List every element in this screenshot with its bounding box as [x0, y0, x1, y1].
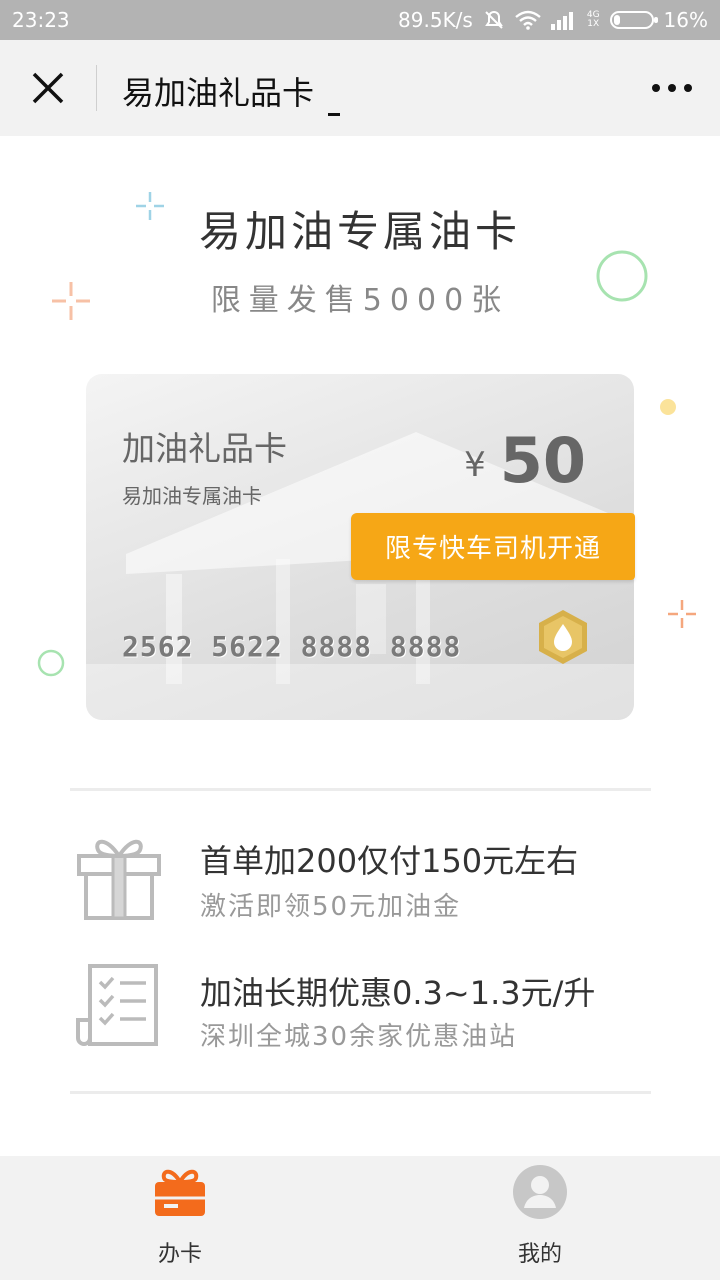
- hero-subtitle: 限量发售5000张: [210, 283, 510, 318]
- currency-symbol: ¥: [464, 445, 486, 485]
- card-number: 2562 5622 8888 8888: [122, 630, 462, 663]
- network-type: 4G 1X: [586, 10, 600, 29]
- title-divider: [96, 65, 97, 111]
- battery-fill: [613, 15, 620, 25]
- card-title: 加油礼品卡: [122, 429, 287, 468]
- card-subtitle: 易加油专属油卡: [122, 484, 262, 508]
- divider-bottom: [70, 1091, 651, 1094]
- close-icon[interactable]: [30, 70, 66, 106]
- gift-icon: [77, 839, 161, 920]
- battery-percent: 16%: [663, 8, 708, 32]
- hero-title: 易加油专属油卡: [198, 207, 521, 256]
- battery-icon: [609, 11, 658, 29]
- nav-label: 我的: [517, 1242, 562, 1267]
- bottom-nav: 办卡 我的: [0, 1156, 720, 1280]
- feature-desc-text: 深圳全城30余家优惠油站: [200, 1022, 518, 1052]
- network-speed: 89.5K/s: [398, 8, 473, 32]
- nav-item-mine[interactable]: 我的: [440, 1156, 640, 1280]
- brand-logo-icon: [539, 610, 587, 664]
- ring-small-green-decoration: [37, 649, 65, 677]
- sparkle-orange-decoration: [668, 600, 696, 628]
- card-gift-icon: [155, 1169, 205, 1216]
- loading-indicator: [328, 113, 341, 116]
- user-icon: [513, 1165, 567, 1219]
- driver-only-badge: 限专快车司机开通: [351, 513, 635, 580]
- feature-main-text: 加油长期优惠0.3~1.3元/升: [200, 974, 596, 1012]
- signal-icon: [550, 12, 573, 30]
- more-menu-button[interactable]: [652, 84, 692, 92]
- nav-label: 办卡: [157, 1242, 202, 1267]
- title-bar: 易加油礼品卡: [0, 40, 720, 136]
- status-time: 23:23: [12, 8, 70, 32]
- mute-bell-icon: [484, 10, 503, 29]
- page-title: 易加油礼品卡: [122, 68, 341, 116]
- checklist-icon: [76, 964, 158, 1046]
- card-amount: 50: [499, 424, 586, 497]
- card-price: ¥50: [464, 424, 586, 497]
- feature-desc-text: 激活即领50元加油金: [200, 892, 462, 922]
- feature-main-text: 首单加200仅付150元左右: [200, 842, 579, 880]
- wifi-icon: [515, 10, 541, 30]
- nav-item-apply-card[interactable]: 办卡: [80, 1156, 280, 1280]
- status-bar: 23:23 89.5K/s 4G 1X 16%: [0, 0, 720, 40]
- status-right: 89.5K/s 4G 1X 16%: [398, 8, 708, 32]
- dot-yellow-decoration: [660, 399, 676, 415]
- divider-top: [70, 788, 651, 791]
